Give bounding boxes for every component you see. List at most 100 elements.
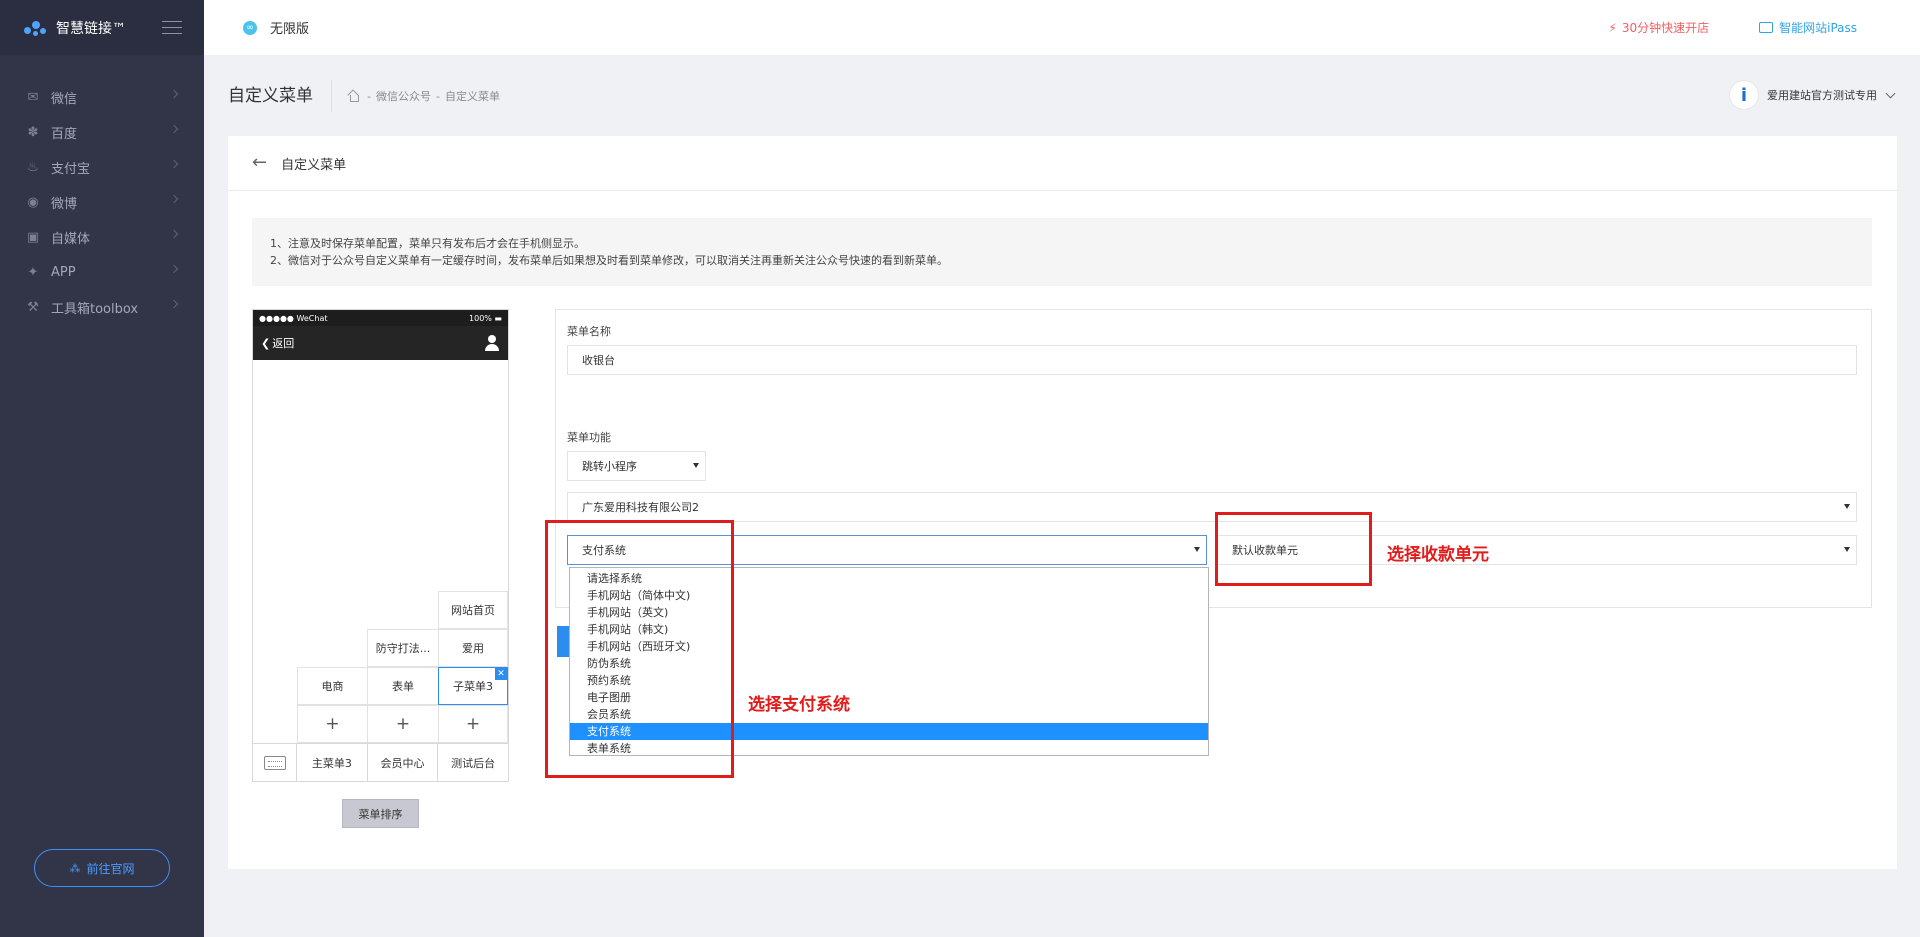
menu-editor-card: ← 自定义菜单 1、注意及时保存菜单配置，菜单只有发布后才会在手机侧显示。 2、… [228, 136, 1897, 869]
annotation-note-unit: 选择收款单元 [1387, 545, 1489, 565]
sidebar-item-weibo[interactable]: ◉ 微博 [0, 185, 204, 220]
menu-name-label: 菜单名称 [567, 325, 611, 338]
carrier-label: ●●●●● WeChat [259, 313, 328, 323]
edition-label: 无限版 [270, 22, 310, 37]
dropdown-arrow-icon [693, 463, 699, 468]
goto-official-site-button[interactable]: ⁂ 前往官网 [34, 849, 170, 887]
submenu-item[interactable]: 网站首页 [438, 591, 508, 629]
sort-menu-button[interactable]: 菜单排序 [342, 799, 419, 828]
dropdown-arrow-icon [1844, 504, 1850, 509]
sidebar-item-baidu[interactable]: ✽ 百度 [0, 115, 204, 150]
battery-label: 100% ▬ [469, 313, 502, 323]
chevron-right-icon [169, 194, 179, 204]
chevron-down-icon [1885, 88, 1896, 98]
home-icon[interactable] [348, 91, 359, 102]
alipay-icon: ♨ [27, 160, 39, 175]
close-icon[interactable]: ✕ [495, 668, 507, 680]
company-select[interactable]: 广东爱用科技有限公司2 [567, 492, 1857, 522]
sidebar-item-label: APP [51, 265, 76, 280]
notice-line: 1、注意及时保存菜单配置，菜单只有发布后才会在手机侧显示。 [270, 237, 585, 250]
wrench-icon: ⚒ [27, 300, 39, 315]
chevron-right-icon [169, 124, 179, 134]
notice-box: 1、注意及时保存菜单配置，菜单只有发布后才会在手机侧显示。 2、微信对于公众号自… [252, 218, 1872, 286]
account-name: 爱用建站官方测试专用 [1767, 89, 1877, 102]
quick-open-shop-label: 30分钟快速开店 [1621, 21, 1710, 35]
page-header: 自定义菜单 - 微信公众号 - 自定义菜单 [228, 80, 500, 112]
edition-badge: ∞ 无限版 [243, 18, 309, 37]
lightning-icon: ⚡ [1608, 21, 1617, 35]
sidebar-item-media[interactable]: ▣ 自媒体 [0, 220, 204, 255]
phone-back-button[interactable]: ❮ 返回 [261, 335, 294, 351]
submenu-item-active[interactable]: 子菜单3 ✕ [438, 667, 508, 705]
media-icon: ▣ [26, 230, 40, 245]
infinity-icon: ∞ [243, 20, 257, 35]
breadcrumb: - 微信公众号 - 自定义菜单 [348, 88, 500, 104]
breadcrumb-item: 自定义菜单 [444, 90, 500, 103]
android-icon: ✦ [27, 265, 39, 280]
topbar-links: ⚡ 30分钟快速开店 智能网站iPass [1608, 19, 1857, 36]
account-avatar: i [1729, 80, 1759, 110]
sidebar-item-alipay[interactable]: ♨ 支付宝 [0, 150, 204, 185]
user-icon[interactable] [484, 335, 500, 351]
submenu-item[interactable]: 爱用 [438, 629, 508, 667]
chevron-right-icon [169, 159, 179, 169]
add-submenu-button[interactable]: + [367, 705, 439, 743]
submenu-item[interactable]: 防守打法... [367, 629, 439, 667]
sidebar-item-label: 支付宝 [51, 162, 91, 177]
sidebar: 智慧链接™ ✉ 微信 ✽ 百度 ♨ 支付宝 ◉ 微博 ▣ 自媒体 ✦ APP ⚒… [0, 0, 204, 937]
sidebar-item-wechat[interactable]: ✉ 微信 [0, 80, 204, 115]
main-menu-tab[interactable]: 会员中心 [368, 744, 439, 781]
sidebar-item-label: 自媒体 [51, 232, 91, 247]
chevron-right-icon [169, 89, 179, 99]
brand-mark-icon: ⁂ [69, 861, 81, 875]
menu-toggle-icon[interactable] [162, 21, 182, 34]
topbar: ∞ 无限版 ⚡ 30分钟快速开店 智能网站iPass [204, 0, 1920, 55]
chevron-left-icon: ❮ [261, 336, 271, 350]
breadcrumb-item[interactable]: 微信公众号 [376, 88, 431, 104]
account-switcher[interactable]: i 爱用建站官方测试专用 [1729, 80, 1896, 110]
sidebar-item-toolbox[interactable]: ⚒ 工具箱toolbox [0, 290, 204, 325]
dropdown-arrow-icon [1844, 547, 1850, 552]
annotation-note-system: 选择支付系统 [748, 695, 850, 715]
sidebar-nav: ✉ 微信 ✽ 百度 ♨ 支付宝 ◉ 微博 ▣ 自媒体 ✦ APP ⚒ 工具箱to… [0, 80, 204, 325]
menu-form-panel: 菜单名称 收银台 菜单功能 跳转小程序 广东爱用科技有限公司2 支付系统 默认收… [555, 309, 1872, 608]
menu-function-select[interactable]: 跳转小程序 [567, 451, 706, 481]
menu-name-input[interactable]: 收银台 [567, 345, 1857, 375]
main-menu-tab[interactable]: 测试后台 [438, 744, 508, 781]
brand-name: 智慧链接™ [56, 20, 126, 37]
brand-logo-icon [24, 19, 48, 37]
weibo-icon: ◉ [27, 195, 39, 210]
ipass-link[interactable]: 智能网站iPass [1759, 19, 1857, 36]
card-title: 自定义菜单 [281, 157, 347, 173]
keyboard-icon[interactable] [253, 744, 297, 781]
menu-function-label: 菜单功能 [567, 431, 611, 444]
dropdown-arrow-icon [1194, 547, 1200, 552]
submenu-item[interactable]: 电商 [297, 667, 368, 705]
sidebar-item-label: 工具箱toolbox [51, 302, 139, 317]
annotation-box-unit [1215, 512, 1372, 586]
add-submenu-button[interactable]: + [438, 705, 508, 743]
sidebar-item-label: 百度 [51, 127, 78, 142]
chevron-right-icon [169, 299, 179, 309]
page-title: 自定义菜单 [228, 80, 332, 112]
add-submenu-button[interactable]: + [297, 705, 368, 743]
phone-preview: ●●●●● WeChat 100% ▬ ❮ 返回 网站首页 防守打法... 爱用 … [252, 309, 509, 782]
monitor-icon [1759, 22, 1774, 33]
main-menu-tab[interactable]: 主菜单3 [297, 744, 368, 781]
submenu-item[interactable]: 表单 [367, 667, 439, 705]
ipass-label: 智能网站iPass [1779, 21, 1857, 35]
back-arrow-icon[interactable]: ← [252, 154, 267, 172]
chevron-right-icon [169, 229, 179, 239]
sidebar-item-label: 微信 [51, 92, 78, 107]
notice-line: 2、微信对于公众号自定义菜单有一定缓存时间，发布菜单后如果想及时看到菜单修改，可… [270, 254, 948, 267]
sidebar-item-app[interactable]: ✦ APP [0, 255, 204, 290]
phone-nav-bar: ❮ 返回 [253, 326, 508, 360]
chevron-right-icon [169, 264, 179, 274]
sidebar-item-label: 微博 [51, 197, 78, 212]
brand-logo[interactable]: 智慧链接™ [0, 0, 204, 55]
phone-back-label: 返回 [272, 337, 295, 350]
goto-official-site-label: 前往官网 [86, 861, 135, 876]
phone-main-menu: 主菜单3 会员中心 测试后台 [253, 743, 508, 781]
phone-status-bar: ●●●●● WeChat 100% ▬ [253, 310, 508, 326]
quick-open-shop-link[interactable]: ⚡ 30分钟快速开店 [1608, 19, 1709, 36]
